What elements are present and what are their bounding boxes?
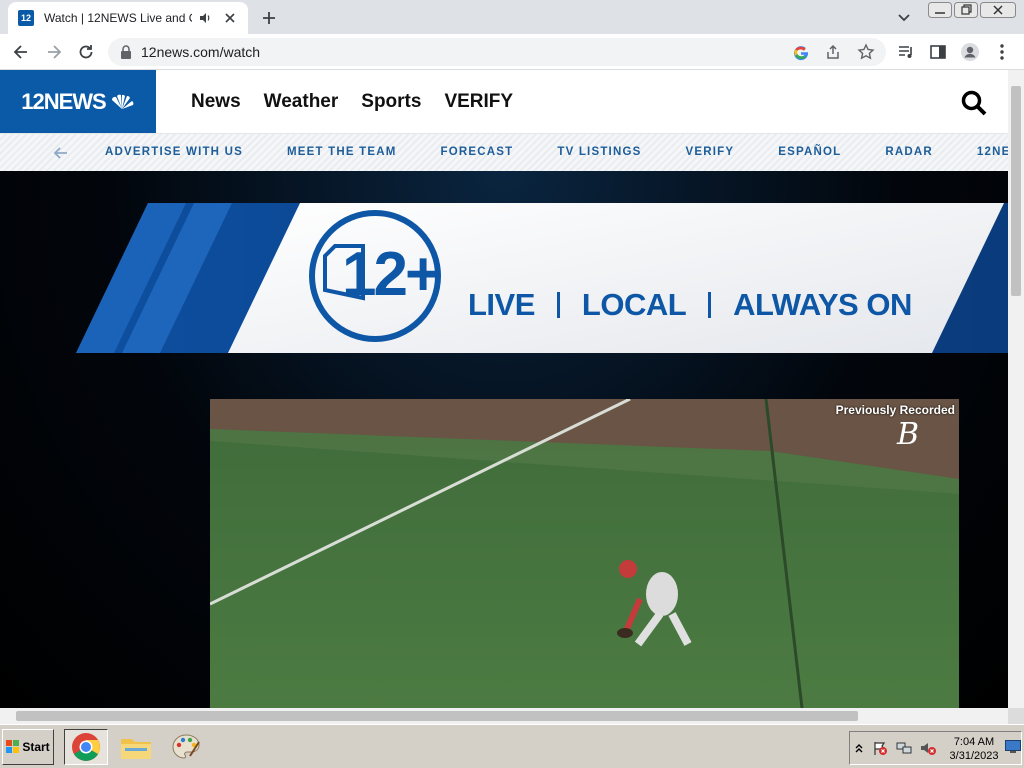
sub-nav: ADVERTISE WITH US MEET THE TEAM FORECAST… — [0, 133, 1008, 171]
network-icon[interactable] — [896, 740, 912, 756]
nav-sports[interactable]: Sports — [361, 91, 421, 113]
volume-muted-icon[interactable] — [920, 740, 936, 756]
media-control-icon[interactable] — [896, 42, 916, 62]
subnav-item-espanol[interactable]: ESPAÑOL — [778, 146, 841, 158]
previously-recorded-badge: Previously Recorded — [835, 403, 955, 417]
action-center-flag-icon[interactable] — [872, 740, 888, 756]
hero-section: LIVE LOCAL ALWAYS ON 12+ Previously Reco… — [0, 171, 1008, 708]
taskbar: Start 7:04 AM 3/31/2023 — [0, 724, 1024, 768]
web-page: 12NEWS News Weather Sports VERIFY ADVERT… — [0, 70, 1008, 708]
taskbar-file-explorer[interactable] — [114, 729, 158, 765]
peacock-icon — [111, 94, 134, 109]
url-text[interactable]: 12news.com/watch — [141, 44, 260, 60]
video-player[interactable]: Previously Recorded B — [210, 399, 959, 708]
chevron-down-icon[interactable] — [895, 8, 913, 26]
browser-tab[interactable]: 12 Watch | 12NEWS Live and On-Demand — [8, 2, 248, 34]
address-bar[interactable]: 12news.com/watch — [108, 38, 886, 66]
banner-tagline: LIVE LOCAL ALWAYS ON — [468, 287, 912, 323]
promo-banner: LIVE LOCAL ALWAYS ON 12+ — [0, 201, 1008, 356]
google-icon[interactable] — [792, 43, 810, 61]
taskbar-clock[interactable]: 7:04 AM 3/31/2023 — [946, 735, 1002, 763]
left-arrow-icon[interactable] — [53, 145, 69, 161]
show-desktop-icon[interactable] — [1005, 740, 1021, 754]
site-logo[interactable]: 12NEWS — [0, 70, 156, 133]
close-window-icon[interactable] — [980, 2, 1016, 18]
horizontal-scroll-thumb[interactable] — [16, 711, 858, 721]
tab-favicon-icon: 12 — [18, 10, 34, 26]
start-label: Start — [22, 740, 50, 754]
speaker-icon[interactable] — [198, 11, 212, 25]
profile-avatar-icon[interactable] — [960, 42, 980, 62]
chrome-icon — [72, 733, 100, 761]
clock-time: 7:04 AM — [953, 736, 995, 748]
horizontal-scrollbar[interactable] — [0, 708, 1008, 724]
subnav-item-tv-listings[interactable]: TV LISTINGS — [557, 146, 641, 158]
banner-local: LOCAL — [581, 287, 687, 322]
forward-arrow-icon[interactable] — [44, 42, 64, 62]
clock-date: 3/31/2023 — [949, 750, 999, 762]
share-icon[interactable] — [824, 43, 842, 61]
side-panel-icon[interactable] — [928, 42, 948, 62]
show-hidden-icons-icon[interactable] — [854, 740, 864, 756]
banner-graphic — [76, 203, 1008, 353]
reload-icon[interactable] — [76, 42, 96, 62]
banner-always-on: ALWAYS ON — [733, 287, 912, 322]
nav-news[interactable]: News — [191, 91, 241, 113]
sub-nav-list: ADVERTISE WITH US MEET THE TEAM FORECAST… — [105, 146, 1008, 158]
new-tab-icon[interactable] — [258, 7, 280, 29]
subnav-item-forecast[interactable]: FORECAST — [440, 146, 513, 158]
windows-flag-icon — [6, 740, 20, 753]
nav-verify[interactable]: VERIFY — [444, 91, 513, 113]
system-tray: 7:04 AM 3/31/2023 — [849, 731, 1022, 765]
subnav-item-advertise[interactable]: ADVERTISE WITH US — [105, 146, 243, 158]
banner-divider — [708, 292, 712, 318]
subnav-item-12news[interactable]: 12NEWS — [977, 146, 1008, 158]
video-frame — [210, 399, 959, 708]
vertical-scrollbar[interactable] — [1008, 70, 1024, 708]
minimize-icon[interactable] — [928, 2, 952, 18]
taskbar-paint[interactable] — [164, 729, 208, 765]
browser-toolbar: 12news.com/watch — [0, 34, 1024, 70]
more-menu-icon[interactable] — [992, 42, 1012, 62]
paint-palette-icon — [172, 734, 200, 759]
network-watermark: B — [896, 417, 919, 452]
tab-title: Watch | 12NEWS Live and On-Demand — [44, 11, 192, 25]
close-tab-icon[interactable] — [222, 10, 238, 26]
lock-icon[interactable] — [120, 45, 132, 59]
vertical-scroll-thumb[interactable] — [1011, 86, 1021, 296]
nav-weather[interactable]: Weather — [264, 91, 339, 113]
banner-live: LIVE — [468, 287, 535, 322]
banner-logo-text: 12+ — [342, 240, 441, 309]
site-header: 12NEWS News Weather Sports VERIFY — [0, 70, 1008, 133]
start-button[interactable]: Start — [2, 729, 54, 765]
star-bookmark-icon[interactable] — [857, 43, 875, 61]
subnav-item-verify[interactable]: VERIFY — [685, 146, 734, 158]
search-icon[interactable] — [960, 89, 988, 117]
main-nav: News Weather Sports VERIFY — [191, 91, 513, 113]
banner-divider — [556, 292, 560, 318]
subnav-item-radar[interactable]: RADAR — [885, 146, 933, 158]
restore-icon[interactable] — [954, 2, 978, 18]
browser-tabstrip: 12 Watch | 12NEWS Live and On-Demand — [0, 0, 1024, 34]
logo-text: 12NEWS — [21, 88, 106, 114]
back-arrow-icon[interactable] — [11, 42, 31, 62]
subnav-item-team[interactable]: MEET THE TEAM — [287, 146, 397, 158]
taskbar-chrome[interactable] — [64, 729, 108, 765]
scroll-corner — [1008, 708, 1024, 724]
folder-icon — [121, 739, 151, 759]
